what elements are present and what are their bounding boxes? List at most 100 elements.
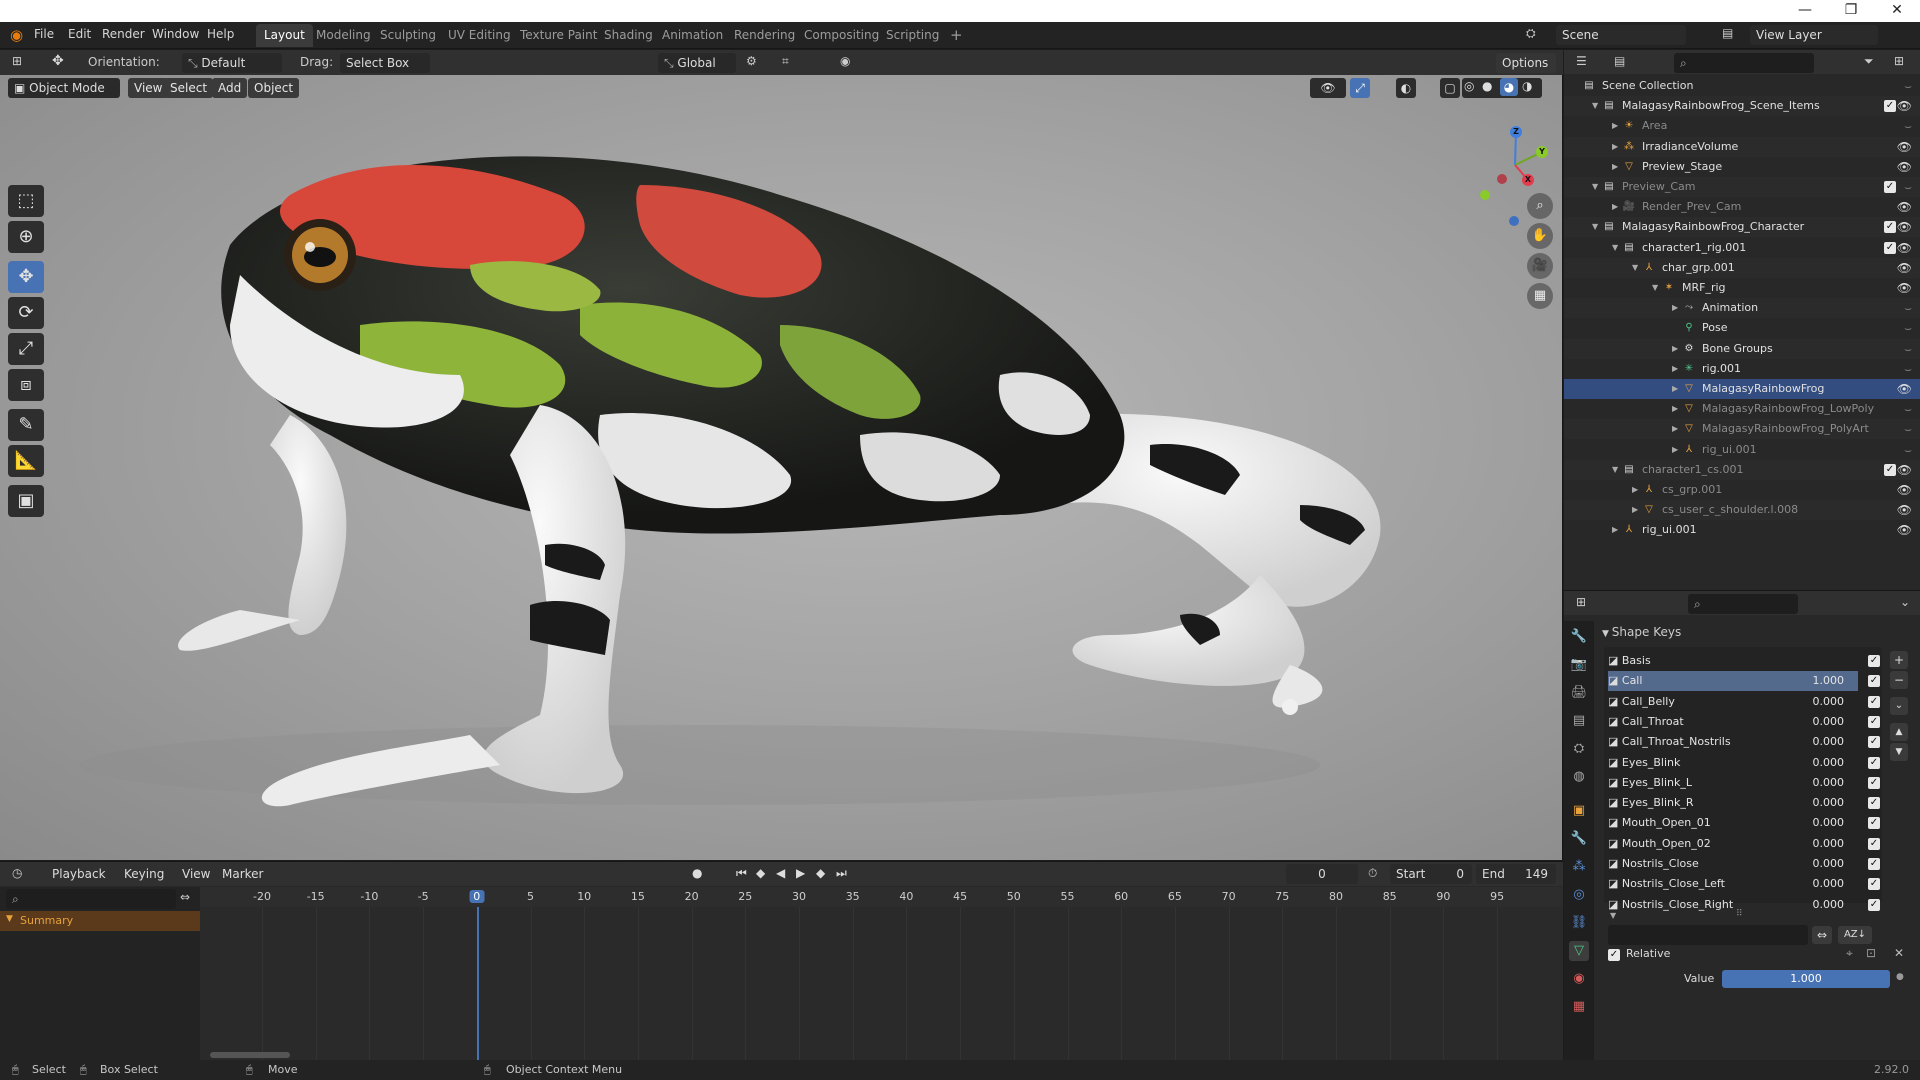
exclude-checkbox[interactable]: ✓ xyxy=(1884,221,1896,234)
menu-edit[interactable]: Edit xyxy=(68,27,91,41)
annotate-tool-icon[interactable]: ✎ xyxy=(8,409,44,441)
outliner-row[interactable]: ▼ ⅄ char_grp.001 👁 xyxy=(1564,257,1920,278)
shape-key-mute-checkbox[interactable]: ✓ xyxy=(1868,837,1880,850)
jump-end-icon[interactable]: ⏭ xyxy=(836,866,847,881)
move-tool-icon[interactable]: ✥ xyxy=(52,53,64,69)
expand-toggle-icon[interactable]: ▶ xyxy=(1672,339,1682,359)
shape-key-value[interactable]: 0.000 xyxy=(1813,895,1845,915)
visibility-eye-icon[interactable]: ⌣ xyxy=(1904,440,1912,460)
visibility-eye-icon[interactable]: 👁 xyxy=(1897,258,1912,278)
view-layer-field[interactable]: View Layer xyxy=(1750,25,1878,45)
measure-tool-icon[interactable]: 📐 xyxy=(8,445,44,477)
shape-key-row[interactable]: ◪ Mouth_Open_01 0.000 ✓ xyxy=(1608,813,1880,833)
exclude-checkbox[interactable]: ✓ xyxy=(1884,241,1896,254)
edit-mode-icon[interactable]: ⊡ xyxy=(1866,946,1876,960)
outliner-row[interactable]: ▼ ✶ MRF_rig 👁 xyxy=(1564,278,1920,298)
outliner-row[interactable]: ▶ ☀ Area ⌣ xyxy=(1564,116,1920,136)
menu-help[interactable]: Help xyxy=(207,27,234,41)
new-collection-icon[interactable]: ⊞ xyxy=(1894,54,1904,68)
tab-uv-editing[interactable]: UV Editing xyxy=(440,24,519,47)
rotate-tool-icon[interactable]: ⟳ xyxy=(8,297,44,329)
outliner-row[interactable]: ▼ ▤ MalagasyRainbowFrog_Scene_Items ✓ 👁 xyxy=(1564,96,1920,117)
outliner-row[interactable]: ⚲ Pose ⌣ xyxy=(1564,318,1920,338)
gizmo-neg-y[interactable] xyxy=(1480,190,1490,200)
close-window-button[interactable]: ✕ xyxy=(1874,0,1920,22)
move-up-button[interactable]: ▲ xyxy=(1890,723,1908,741)
perspective-grid-icon[interactable]: ▦ xyxy=(1527,283,1553,309)
expand-toggle-icon[interactable]: ▶ xyxy=(1632,500,1642,520)
shape-key-mute-checkbox[interactable]: ✓ xyxy=(1868,736,1880,749)
frog-model[interactable] xyxy=(0,75,1563,860)
start-frame-field[interactable]: Start 0 xyxy=(1390,864,1472,884)
expand-toggle-icon[interactable]: ▼ xyxy=(1652,278,1662,298)
add-shape-key-button[interactable]: + xyxy=(1890,651,1908,669)
scale-tool-icon[interactable]: ⤢ xyxy=(8,333,44,365)
timeline-scrollbar[interactable] xyxy=(210,1052,290,1058)
properties-editor[interactable]: ⊞ ⌕ ⌄ 🔧 📷 🖨 ▤ ⛭ ◍ ▣ 🔧 ⁂ ◎ ⛓ ▽ ◉ ▦ ▼ Shap… xyxy=(1564,590,1920,1061)
shape-key-row[interactable]: ◪ Eyes_Blink_R 0.000 ✓ xyxy=(1608,793,1880,813)
outliner-row[interactable]: ▼ ▤ character1_rig.001 ✓ 👁 xyxy=(1564,238,1920,258)
outliner-row[interactable]: ▶ ⚙ Bone Groups ⌣ xyxy=(1564,338,1920,359)
expand-toggle-icon[interactable]: ▼ xyxy=(1592,177,1602,197)
expand-toggle-icon[interactable]: ▼ xyxy=(1612,238,1622,258)
snap-icon[interactable]: ⌗ xyxy=(782,54,789,69)
scene-field[interactable]: Scene xyxy=(1556,25,1686,45)
render-tab-icon[interactable]: 📷 xyxy=(1569,655,1589,675)
exclude-checkbox[interactable]: ✓ xyxy=(1884,100,1896,113)
visibility-eye-icon[interactable]: ⌣ xyxy=(1904,419,1912,439)
shape-key-value[interactable]: 0.000 xyxy=(1813,854,1845,874)
expand-toggle-icon[interactable]: ▶ xyxy=(1672,440,1682,460)
shape-key-mute-checkbox[interactable]: ✓ xyxy=(1868,797,1880,810)
material-tab-icon[interactable]: ◉ xyxy=(1569,969,1589,989)
output-tab-icon[interactable]: 🖨 xyxy=(1569,683,1589,703)
tab-compositing[interactable]: Compositing xyxy=(796,24,887,47)
menu-render[interactable]: Render xyxy=(102,27,145,41)
visibility-eye-icon[interactable]: 👁 xyxy=(1897,460,1912,480)
summary-expand-icon[interactable]: ▼ xyxy=(6,914,13,924)
shape-key-row[interactable]: ◪ Call_Belly 0.000 ✓ xyxy=(1608,692,1880,712)
shape-keys-panel-title[interactable]: ▼ Shape Keys xyxy=(1602,625,1681,639)
visibility-eye-icon[interactable]: 👁 xyxy=(1897,137,1912,157)
visibility-eye-icon[interactable]: 👁 xyxy=(1897,500,1912,520)
visibility-eye-icon[interactable]: ⌣ xyxy=(1904,298,1912,318)
visibility-eye-icon[interactable]: 👁 xyxy=(1897,379,1912,399)
timeline-area[interactable] xyxy=(200,907,1563,1061)
move-down-button[interactable]: ▼ xyxy=(1890,743,1908,761)
gizmo-y-axis[interactable]: Y xyxy=(1536,146,1548,158)
options-dropdown[interactable]: Options xyxy=(1496,53,1556,73)
exclude-checkbox[interactable]: ✓ xyxy=(1884,463,1896,476)
exclude-checkbox[interactable]: ✓ xyxy=(1884,181,1896,193)
shape-key-specials-button[interactable]: ⌄ xyxy=(1890,697,1908,715)
expand-toggle-icon[interactable]: ▶ xyxy=(1612,116,1622,136)
editor-type-icon[interactable]: ⊞ xyxy=(12,54,22,68)
visibility-eye-icon[interactable]: ⌣ xyxy=(1904,177,1912,197)
outliner-row[interactable]: ▶ ▽ MalagasyRainbowFrog 👁 xyxy=(1564,379,1920,399)
shape-key-row[interactable]: ◪ Nostrils_Close_Left 0.000 ✓ xyxy=(1608,874,1880,894)
shape-key-value[interactable]: 0.000 xyxy=(1813,813,1845,833)
expand-toggle-icon[interactable]: ▶ xyxy=(1612,157,1622,177)
pan-hand-icon[interactable]: ✋ xyxy=(1527,223,1553,249)
stopwatch-icon[interactable]: ⏱ xyxy=(1368,866,1377,881)
visibility-eye-icon[interactable]: 👁 xyxy=(1897,157,1912,177)
object-tab-icon[interactable]: ▣ xyxy=(1569,801,1589,821)
visibility-eye-icon[interactable]: 👁 xyxy=(1897,217,1912,237)
add-cube-tool-icon[interactable]: ▣ xyxy=(8,485,44,517)
summary-channel[interactable]: ▼ Summary xyxy=(0,911,200,931)
visibility-eye-icon[interactable]: 👁 xyxy=(1897,96,1912,116)
filter-invert-icon[interactable]: ⇔ xyxy=(1812,926,1832,944)
timeline-editor-icon[interactable]: ◷ xyxy=(12,866,22,880)
expand-toggle-icon[interactable]: ▶ xyxy=(1632,480,1642,500)
tab-texture-paint[interactable]: Texture Paint xyxy=(512,24,605,47)
expand-toggle-icon[interactable]: ▶ xyxy=(1672,359,1682,379)
shape-key-value[interactable]: 0.000 xyxy=(1813,874,1845,894)
visibility-eye-icon[interactable]: 👁 xyxy=(1897,197,1912,217)
expand-toggle-icon[interactable]: ▶ xyxy=(1672,399,1682,419)
outliner-row[interactable]: ▼ ▤ Preview_Cam ✓ ⌣ xyxy=(1564,177,1920,197)
jump-start-icon[interactable]: ⏮ xyxy=(736,866,747,881)
view-layer-tab-icon[interactable]: ▤ xyxy=(1569,711,1589,731)
visibility-eye-icon[interactable]: 👁 xyxy=(1897,278,1912,298)
gizmo-neg-z[interactable] xyxy=(1509,216,1519,226)
shape-key-row[interactable]: ◪ Eyes_Blink_L 0.000 ✓ xyxy=(1608,773,1880,793)
shape-key-mute-checkbox[interactable]: ✓ xyxy=(1868,655,1880,667)
properties-options-icon[interactable]: ⌄ xyxy=(1900,595,1910,609)
